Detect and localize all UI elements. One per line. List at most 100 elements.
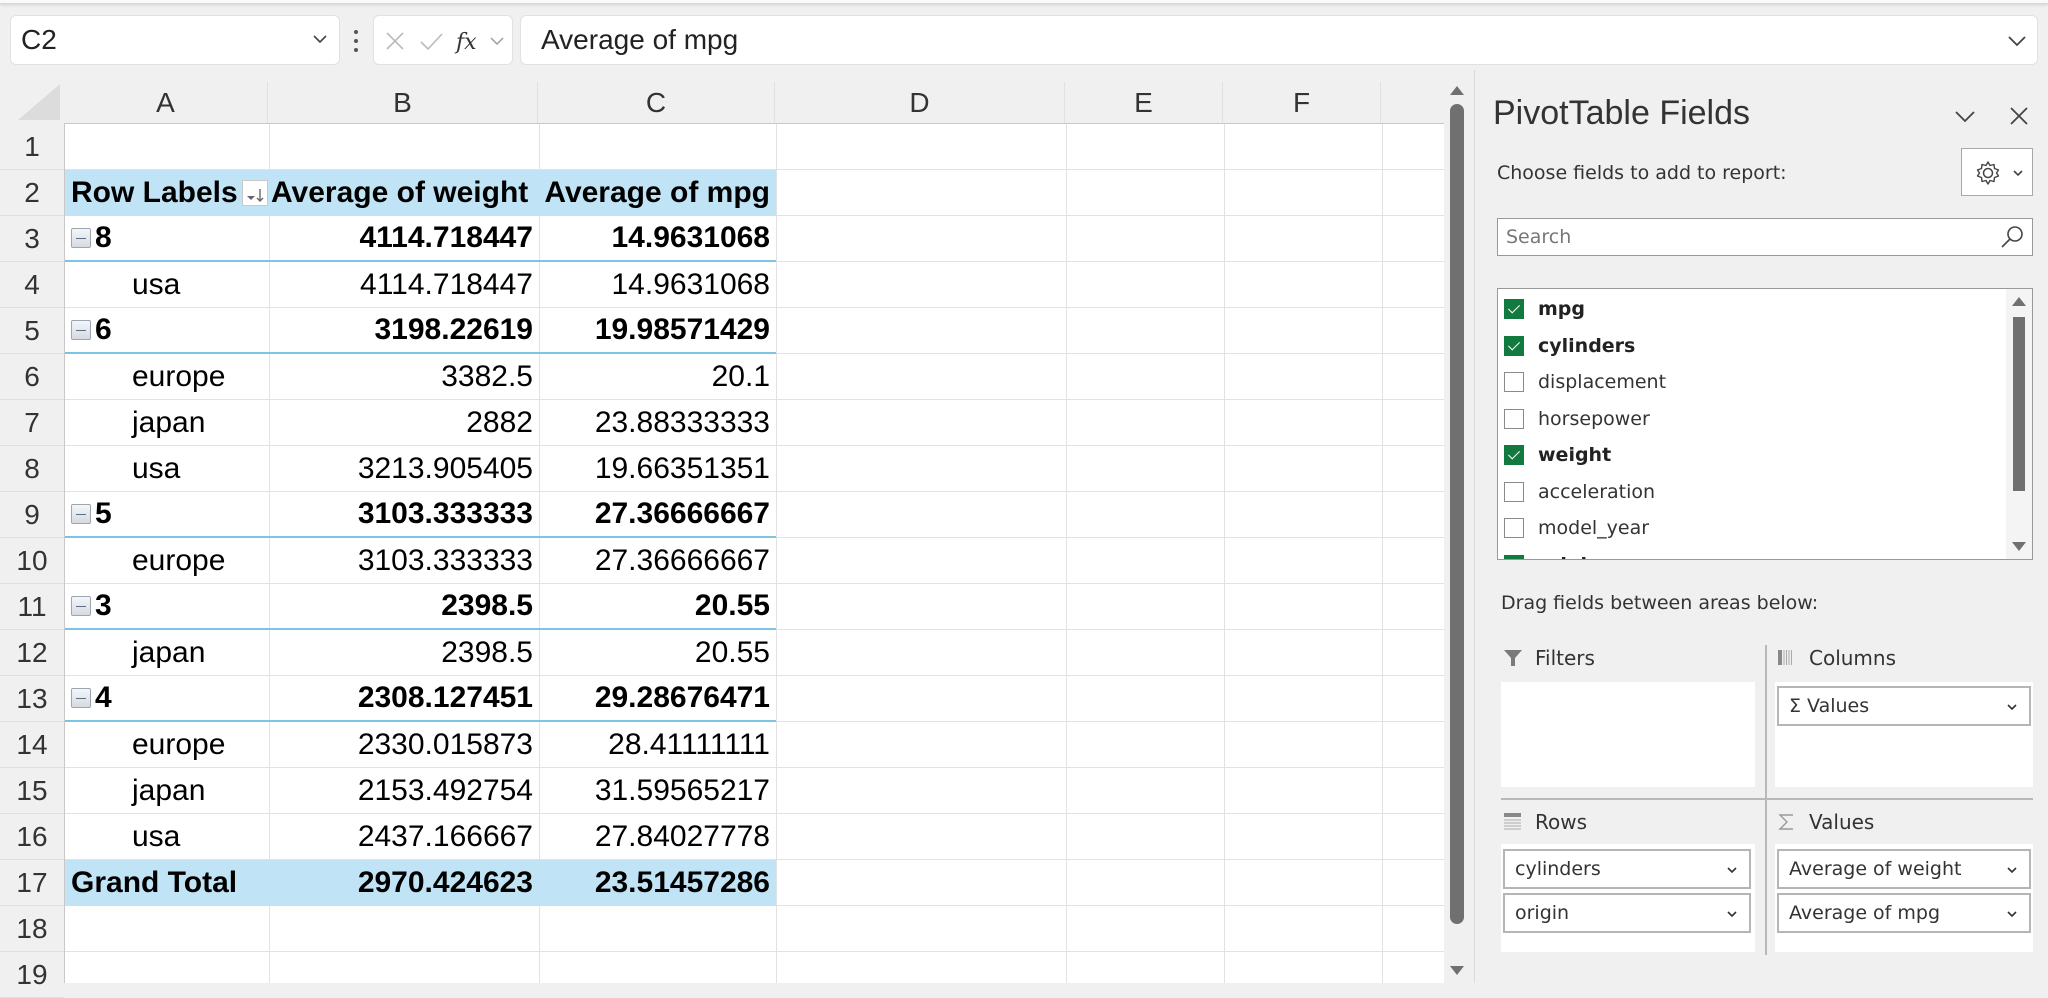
row-header-5[interactable]: 5	[0, 308, 64, 354]
average-mpg-cell[interactable]: 14.9631068	[539, 216, 776, 260]
column-header-b[interactable]: B	[268, 82, 538, 124]
field-search-input[interactable]: Search	[1497, 218, 2033, 256]
average-mpg-cell[interactable]: 19.66351351	[539, 446, 776, 492]
row-header-3[interactable]: 3	[0, 216, 64, 262]
cancel-icon[interactable]	[382, 28, 408, 54]
filters-drop-area[interactable]	[1501, 682, 1755, 787]
chevron-down-icon[interactable]	[309, 28, 331, 50]
average-weight-cell[interactable]: 2882	[269, 400, 539, 446]
formula-input[interactable]: Average of mpg	[520, 15, 2038, 65]
average-mpg-cell[interactable]: 29.28676471	[539, 676, 776, 720]
checkbox-checked[interactable]	[1504, 299, 1524, 319]
average-weight-cell[interactable]: 3198.22619	[269, 308, 539, 352]
average-mpg-cell[interactable]: 27.36666667	[539, 538, 776, 584]
scroll-up-icon[interactable]	[1450, 86, 1464, 95]
chevron-down-icon[interactable]	[1725, 907, 1739, 921]
average-mpg-cell[interactable]: 19.98571429	[539, 308, 776, 352]
row-header-7[interactable]: 7	[0, 400, 64, 446]
field-item-displacement[interactable]: displacement	[1504, 364, 1666, 400]
average-weight-cell[interactable]: 4114.718447	[269, 262, 539, 308]
chevron-down-icon[interactable]	[1725, 863, 1739, 877]
row-label-cell[interactable]: europe	[65, 722, 269, 768]
column-header-d[interactable]: D	[775, 82, 1065, 124]
row-header-15[interactable]: 15	[0, 768, 64, 814]
more-options-icon[interactable]	[352, 28, 360, 54]
search-icon[interactable]	[1998, 223, 2026, 251]
sheet-vertical-scrollbar[interactable]	[1446, 82, 1470, 983]
row-label-cell[interactable]: japan	[65, 400, 269, 446]
row-header-1[interactable]: 1	[0, 124, 64, 170]
average-weight-cell[interactable]: 3213.905405	[269, 446, 539, 492]
average-weight-cell[interactable]: 2398.5	[269, 630, 539, 676]
name-box[interactable]: C2	[10, 15, 340, 65]
row-header-18[interactable]: 18	[0, 906, 64, 952]
pane-options-chevron-icon[interactable]	[1951, 102, 1979, 130]
row-label-cell[interactable]: usa	[65, 262, 269, 308]
average-weight-cell[interactable]: 2330.015873	[269, 722, 539, 768]
row-header-12[interactable]: 12	[0, 630, 64, 676]
grand-total-weight[interactable]: 2970.424623	[269, 860, 539, 906]
average-weight-cell[interactable]: 2398.5	[269, 584, 539, 628]
chevron-down-icon[interactable]	[2005, 863, 2019, 877]
row-header-8[interactable]: 8	[0, 446, 64, 492]
row-label-cell[interactable]: usa	[65, 814, 269, 860]
row-label-cell[interactable]: europe	[65, 354, 269, 400]
collapse-icon[interactable]	[71, 504, 91, 524]
average-mpg-cell[interactable]: 20.1	[539, 354, 776, 400]
values-chip-average-mpg[interactable]: Average of mpg	[1777, 893, 2031, 933]
scrollbar-thumb[interactable]	[1450, 104, 1464, 924]
row-header-6[interactable]: 6	[0, 354, 64, 400]
average-weight-cell[interactable]: 3103.333333	[269, 538, 539, 584]
row-label-cell[interactable]: 4	[65, 676, 269, 720]
checkbox-unchecked[interactable]	[1504, 408, 1524, 429]
values-chip-average-weight[interactable]: Average of weight	[1777, 849, 2031, 889]
row-label-cell[interactable]: japan	[65, 768, 269, 814]
chevron-down-icon[interactable]	[2005, 907, 2019, 921]
row-label-cell[interactable]: 5	[65, 492, 269, 536]
collapse-icon[interactable]	[71, 688, 91, 708]
field-item-origin[interactable]: origin	[1504, 547, 1601, 559]
field-item-model-year[interactable]: model_year	[1504, 510, 1649, 546]
row-label-cell[interactable]: usa	[65, 446, 269, 492]
worksheet-grid[interactable]: Row Labels Average of weight Average of …	[64, 124, 1444, 983]
average-weight-cell[interactable]: 2437.166667	[269, 814, 539, 860]
row-label-cell[interactable]: 8	[65, 216, 269, 260]
insert-function-icon[interactable]: fx	[454, 28, 490, 56]
average-mpg-cell[interactable]: 23.88333333	[539, 400, 776, 446]
checkbox-checked[interactable]	[1504, 554, 1524, 559]
checkbox-unchecked[interactable]	[1504, 372, 1524, 392]
field-item-cylinders[interactable]: cylinders	[1504, 328, 1635, 364]
scroll-down-icon[interactable]	[2012, 542, 2026, 551]
row-header-19[interactable]: 19	[0, 952, 64, 998]
field-item-horsepower[interactable]: horsepower	[1504, 401, 1650, 437]
checkbox-unchecked[interactable]	[1504, 518, 1524, 538]
column-header-f[interactable]: F	[1223, 82, 1381, 124]
row-header-11[interactable]: 11	[0, 584, 64, 630]
row-header-4[interactable]: 4	[0, 262, 64, 308]
average-mpg-cell[interactable]: 27.36666667	[539, 492, 776, 536]
average-weight-cell[interactable]: 3103.333333	[269, 492, 539, 536]
row-header-13[interactable]: 13	[0, 676, 64, 722]
row-header-10[interactable]: 10	[0, 538, 64, 584]
expand-formula-icon[interactable]	[2005, 29, 2029, 53]
field-list-settings-button[interactable]	[1961, 148, 2033, 196]
average-weight-cell[interactable]: 3382.5	[269, 354, 539, 400]
scrollbar-thumb[interactable]	[2013, 317, 2025, 491]
row-header-16[interactable]: 16	[0, 814, 64, 860]
average-weight-cell[interactable]: 2308.127451	[269, 676, 539, 720]
scroll-up-icon[interactable]	[2012, 297, 2026, 306]
average-weight-cell[interactable]: 2153.492754	[269, 768, 539, 814]
columns-values-chip[interactable]: Σ Values	[1777, 686, 2031, 726]
field-item-weight[interactable]: weight	[1504, 437, 1611, 473]
row-label-cell[interactable]: japan	[65, 630, 269, 676]
row-header-9[interactable]: 9	[0, 492, 64, 538]
rows-chip-cylinders[interactable]: cylinders	[1503, 849, 1751, 889]
field-item-acceleration[interactable]: acceleration	[1504, 474, 1655, 510]
row-labels-filter-button[interactable]	[241, 180, 268, 206]
header-average-of-weight[interactable]: Average of weight	[269, 170, 539, 216]
chevron-down-icon[interactable]	[488, 34, 506, 48]
field-list-scrollbar[interactable]	[2006, 289, 2032, 559]
select-all-corner[interactable]	[12, 82, 62, 122]
average-weight-cell[interactable]: 4114.718447	[269, 216, 539, 260]
chevron-down-icon[interactable]	[2005, 700, 2019, 714]
